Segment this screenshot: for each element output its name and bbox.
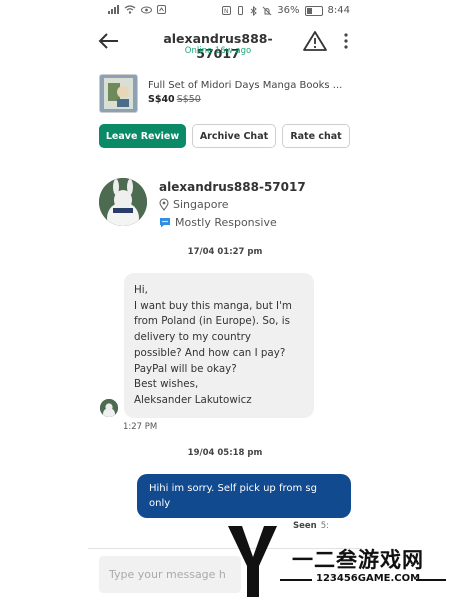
battery-icon [304,5,323,16]
back-arrow-icon[interactable] [96,30,122,52]
message-input[interactable]: Type your message h [99,556,241,593]
profile-name: alexandrus888-57017 [159,180,306,194]
avatar[interactable] [99,178,147,226]
location-text: Singapore [173,198,229,211]
original-price: S$50 [176,94,201,105]
battery-percent: 36% [277,5,300,16]
bluetooth-icon [250,5,258,16]
svg-text:N: N [224,8,229,15]
message-line: PayPal will be okay? [134,362,237,375]
responsiveness-text: Mostly Responsive [175,216,277,229]
seen-label: Seen [293,521,317,531]
signal-icon [108,5,119,14]
eye-icon [141,6,152,13]
status-bar: N 36% 8:44 [0,0,450,22]
message-line: Hihi im sorry. Self pick up from sg [149,483,317,494]
message-line: Aleksander Lakutowicz [134,393,252,406]
listing-price: S$40 S$50 [148,94,201,105]
message-line: Hi, [134,284,148,296]
more-vertical-icon[interactable] [340,32,352,50]
message-line: only [149,498,171,509]
message-time: 1:27 PM [123,422,158,432]
clock: 8:44 [327,5,350,16]
outgoing-message-bubble: Hihi im sorry. Self pick up from sg only [137,474,351,518]
wifi-icon [124,5,136,14]
presence-status: Online 16w ago [184,46,252,56]
archive-chat-button[interactable]: Archive Chat [192,124,276,148]
leave-review-button[interactable]: Leave Review [99,124,186,148]
read-receipt: Seen 5: [293,521,329,531]
watermark-rule-right [416,579,446,581]
mute-icon [262,6,272,15]
warning-triangle-icon[interactable] [302,30,328,52]
status-right: N 36% 8:44 [222,5,350,16]
message-line: possible? And how can I pay? [134,346,286,359]
message-line: from Poland (in Europe). So, is [134,315,290,328]
incoming-message-bubble: Hi, I want buy this manga, but I'm from … [124,273,314,418]
message-line: I want buy this manga, but I'm [134,299,292,312]
seen-time: 5: [320,521,329,531]
current-price: S$40 [148,94,175,105]
notification-icon [157,5,166,14]
listing-thumbnail[interactable] [99,74,138,113]
location-pin-icon [159,198,169,211]
rate-chat-button[interactable]: Rate chat [282,124,350,148]
listing-title[interactable]: Full Set of Midori Days Manga Books ... [148,80,358,91]
profile-location: Singapore [159,198,229,211]
watermark-rule-left [280,579,312,581]
sender-avatar [100,399,118,417]
message-line: delivery to my country [134,331,252,344]
date-separator: 17/04 01:27 pm [187,247,263,257]
profile-responsiveness: Mostly Responsive [159,216,277,229]
vibrate-icon [238,6,244,15]
status-left [108,5,166,14]
message-line: Best wishes, [134,378,199,391]
message-input-placeholder: Type your message h [109,568,226,581]
watermark-logo [228,526,277,597]
watermark-url: 123456GAME.COM [316,573,421,584]
date-separator: 19/04 05:18 pm [187,448,263,458]
chat-bubble-icon [160,218,170,228]
nfc-icon: N [222,6,232,15]
watermark-brand: 一二叁游戏网 [292,548,424,572]
